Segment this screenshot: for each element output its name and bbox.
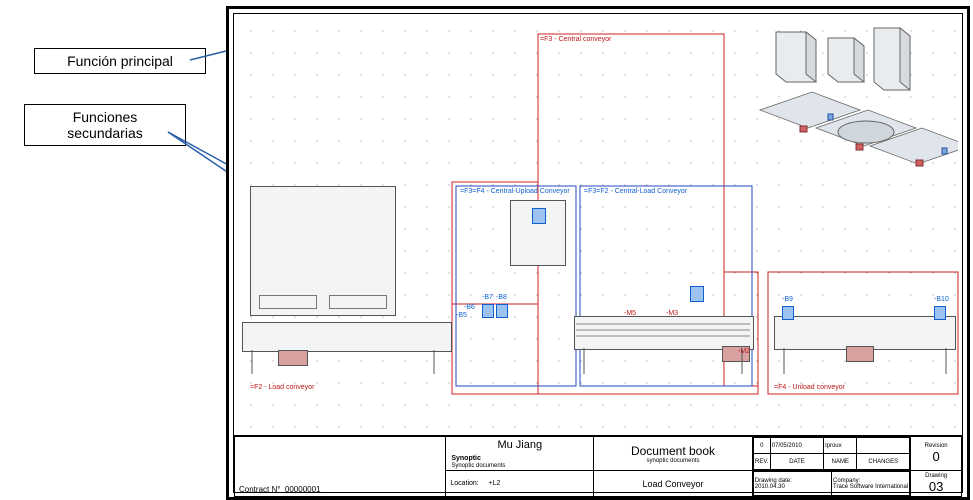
drawing-sheet: =F3 - Central conveyor =F3=F4 - Central-… (226, 6, 970, 500)
revcol-date: DATE (770, 454, 824, 470)
rev-name: lproux (824, 438, 857, 454)
title-block: Contract N° 00000001 Mu Jiang Synoptic S… (234, 435, 962, 492)
revcol-name: NAME (824, 454, 857, 470)
rev-date: 07/05/2010 (770, 438, 824, 454)
section: Synoptic (451, 455, 481, 462)
author: Mu Jiang (447, 439, 592, 451)
revcol-changes: CHANGES (857, 454, 910, 470)
location: +L2 (488, 480, 500, 487)
subsection: Synoptic documents (451, 463, 505, 469)
contract-no: 00000001 (285, 485, 321, 494)
revcol-rev: REV. (753, 454, 770, 470)
page-name: Load Conveyor (594, 471, 753, 497)
ddate: 2010.04.30 (755, 484, 785, 490)
callout-arrows (0, 0, 260, 250)
iso-preview (758, 24, 958, 174)
company: Trace Software International (833, 484, 908, 490)
location-lbl: Location: (450, 480, 478, 487)
doc-title: Document book (595, 444, 751, 458)
contract-lbl: Contract N° (239, 485, 280, 494)
doc-sub: synoptic documents (595, 458, 751, 464)
rev-num: 0 (753, 438, 770, 454)
rev-val: 0 (912, 449, 960, 464)
draw-val: 03 (912, 479, 960, 494)
